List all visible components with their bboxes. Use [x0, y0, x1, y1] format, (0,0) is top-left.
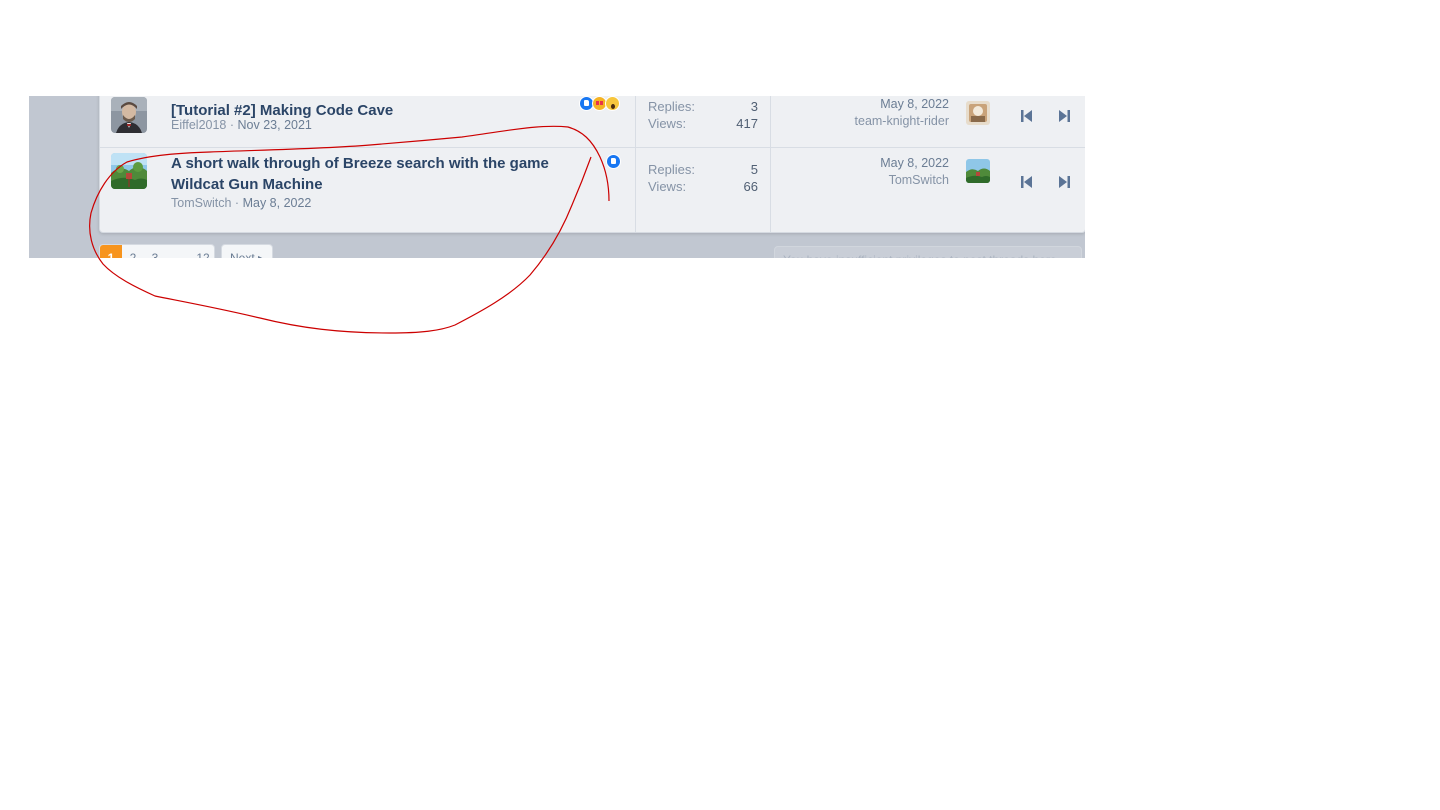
like-icon — [606, 154, 621, 169]
replies-count: 3 — [750, 99, 758, 114]
thread-stats: Replies: 5 Views: 66 — [648, 161, 758, 195]
last-post-date[interactable]: May 8, 2022 — [880, 155, 949, 172]
thread-start-date[interactable]: May 8, 2022 — [243, 196, 312, 210]
first-unread-icon[interactable] — [1019, 174, 1035, 190]
avatar[interactable] — [111, 153, 147, 189]
pagination: 1 2 3 … 12 Next ▸ — [99, 244, 274, 258]
thread-author[interactable]: TomSwitch — [171, 196, 231, 210]
page-nav: 1 2 3 … 12 — [99, 244, 215, 258]
page-12[interactable]: 12 — [192, 245, 214, 258]
thread-list: [Tutorial #2] Making Code Cave Eiffel201… — [99, 96, 1085, 233]
thread-row[interactable]: A short walk through of Breeze search wi… — [100, 148, 1085, 232]
page-1[interactable]: 1 — [100, 245, 122, 258]
thread-start-date[interactable]: Nov 23, 2021 — [238, 118, 312, 132]
replies-label: Replies: — [648, 99, 695, 114]
avatar[interactable] — [966, 159, 990, 183]
thread-list-viewport: [Tutorial #2] Making Code Cave Eiffel201… — [29, 96, 1085, 258]
last-post-user[interactable]: team-knight-rider — [855, 113, 949, 130]
avatar[interactable] — [111, 97, 147, 133]
last-post-date[interactable]: May 8, 2022 — [855, 96, 949, 113]
views-label: Views: — [648, 116, 687, 131]
next-page-button[interactable]: Next ▸ — [221, 244, 274, 258]
last-post-info: May 8, 2022 TomSwitch — [880, 155, 949, 189]
column-divider — [770, 148, 771, 232]
thread-author[interactable]: Eiffel2018 — [171, 118, 226, 132]
reaction-summary[interactable] — [606, 154, 622, 170]
page-2[interactable]: 2 — [122, 245, 144, 258]
replies-count: 5 — [750, 162, 758, 177]
last-post-icon[interactable] — [1056, 174, 1072, 190]
first-unread-icon[interactable] — [1019, 108, 1035, 124]
meta-separator: · — [229, 118, 235, 132]
last-post-icon[interactable] — [1056, 108, 1072, 124]
reaction-summary[interactable] — [579, 96, 624, 112]
thread-meta: TomSwitch · May 8, 2022 — [171, 196, 311, 210]
column-divider — [635, 148, 636, 232]
page-ellipsis[interactable]: … — [166, 245, 192, 258]
thread-title[interactable]: A short walk through of Breeze search wi… — [171, 153, 591, 195]
wow-icon — [605, 96, 620, 111]
thread-stats: Replies: 3 Views: 417 — [648, 98, 758, 132]
last-post-info: May 8, 2022 team-knight-rider — [855, 96, 949, 130]
column-divider — [770, 96, 771, 147]
column-divider — [635, 96, 636, 147]
views-label: Views: — [648, 179, 687, 194]
meta-separator: · — [234, 196, 240, 210]
thread-row[interactable]: [Tutorial #2] Making Code Cave Eiffel201… — [100, 96, 1085, 148]
thread-meta: Eiffel2018 · Nov 23, 2021 — [171, 118, 312, 132]
replies-label: Replies: — [648, 162, 695, 177]
insufficient-privileges-notice: You have insufficient privileges to post… — [774, 246, 1082, 258]
page-3[interactable]: 3 — [144, 245, 166, 258]
views-count: 66 — [743, 179, 758, 194]
avatar[interactable] — [966, 101, 990, 125]
last-post-user[interactable]: TomSwitch — [880, 172, 949, 189]
views-count: 417 — [736, 116, 758, 131]
